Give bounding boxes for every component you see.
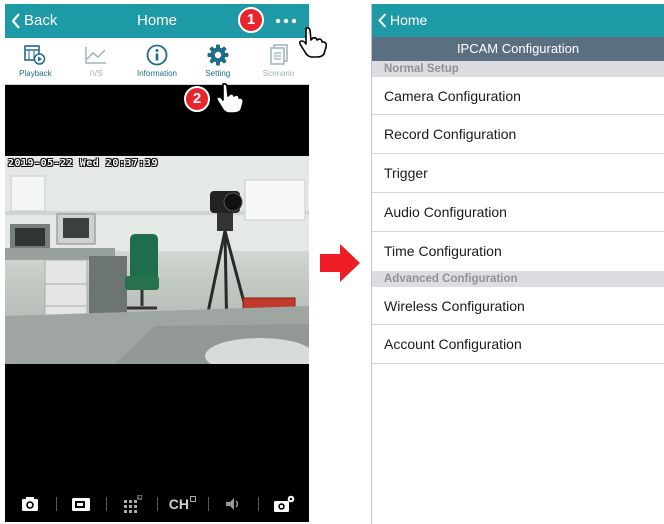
chevron-left-icon [378, 12, 387, 28]
video-record-icon [72, 498, 90, 511]
ivs-chart-icon [85, 47, 107, 64]
pointing-hand-icon [298, 26, 328, 58]
info-icon [146, 44, 168, 66]
menu-item-trigger[interactable]: Trigger [372, 154, 664, 193]
tool-label: Information [136, 69, 177, 78]
step-one-badge: 1 [238, 7, 264, 33]
section-header-normal: Normal Setup [372, 61, 664, 77]
grid-icon [123, 495, 142, 513]
tool-label: Playback [19, 69, 52, 78]
tool-label: Scenario [262, 69, 295, 78]
menu-item-account-configuration[interactable]: Account Configuration [372, 325, 664, 364]
left-phone-screen: Back Home Playback IVS Information Setti… [5, 4, 309, 522]
tool-ivs[interactable]: IVS [66, 38, 127, 85]
tool-playback[interactable]: Playback [5, 38, 66, 85]
menu-item-wireless-configuration[interactable]: Wireless Configuration [372, 287, 664, 325]
tool-label: Setting [205, 69, 231, 78]
section-header-advanced: Advanced Configuration [372, 271, 664, 287]
function-toolbar: Playback IVS Information Setting Scenari… [5, 38, 309, 85]
speaker-icon [226, 498, 239, 510]
ellipsis-icon [275, 18, 297, 24]
menu-item-record-configuration[interactable]: Record Configuration [372, 115, 664, 154]
gear-icon [207, 44, 229, 66]
snapshot-button[interactable] [5, 492, 56, 516]
camera-gear-icon [273, 495, 294, 512]
right-phone-screen: Home IPCAM Configuration Normal Setup Ca… [371, 4, 664, 524]
tool-setting[interactable]: Setting [187, 38, 248, 85]
layout-grid-button[interactable] [106, 492, 157, 516]
live-video-view[interactable]: 2019-05-22 Wed 20:37:39 [5, 156, 309, 364]
transition-arrow-icon [320, 244, 360, 282]
page-title: IPCAM Configuration [372, 37, 664, 61]
step-two-badge: 2 [184, 86, 210, 112]
audio-button[interactable] [207, 492, 259, 516]
chevron-left-icon [11, 12, 20, 29]
menu-item-audio-configuration[interactable]: Audio Configuration [372, 193, 664, 232]
back-label: Back [24, 12, 58, 29]
channel-corner-icon [189, 496, 196, 502]
home-back-button[interactable]: Home [378, 12, 427, 28]
camera-scene-image [5, 156, 309, 364]
menu-item-camera-configuration[interactable]: Camera Configuration [372, 77, 664, 115]
pointing-hand-icon [215, 82, 245, 114]
live-control-bar: CH [5, 486, 309, 522]
channel-button[interactable]: CH [157, 492, 208, 516]
tool-information[interactable]: Information [127, 38, 188, 85]
right-navigation-bar: Home [372, 4, 664, 37]
menu-item-time-configuration[interactable]: Time Configuration [372, 232, 664, 271]
scenario-icon [269, 44, 288, 65]
record-button[interactable] [55, 492, 107, 516]
channel-label: CH [168, 496, 189, 512]
more-options-button[interactable] [275, 8, 297, 33]
back-label: Home [390, 12, 428, 28]
video-timestamp-overlay: 2019-05-22 Wed 20:37:39 [8, 158, 158, 169]
camera-icon [22, 497, 39, 511]
back-button[interactable]: Back [11, 12, 57, 29]
tool-label: IVS [89, 69, 103, 78]
camera-settings-button[interactable] [258, 492, 309, 516]
playback-icon [24, 45, 46, 65]
